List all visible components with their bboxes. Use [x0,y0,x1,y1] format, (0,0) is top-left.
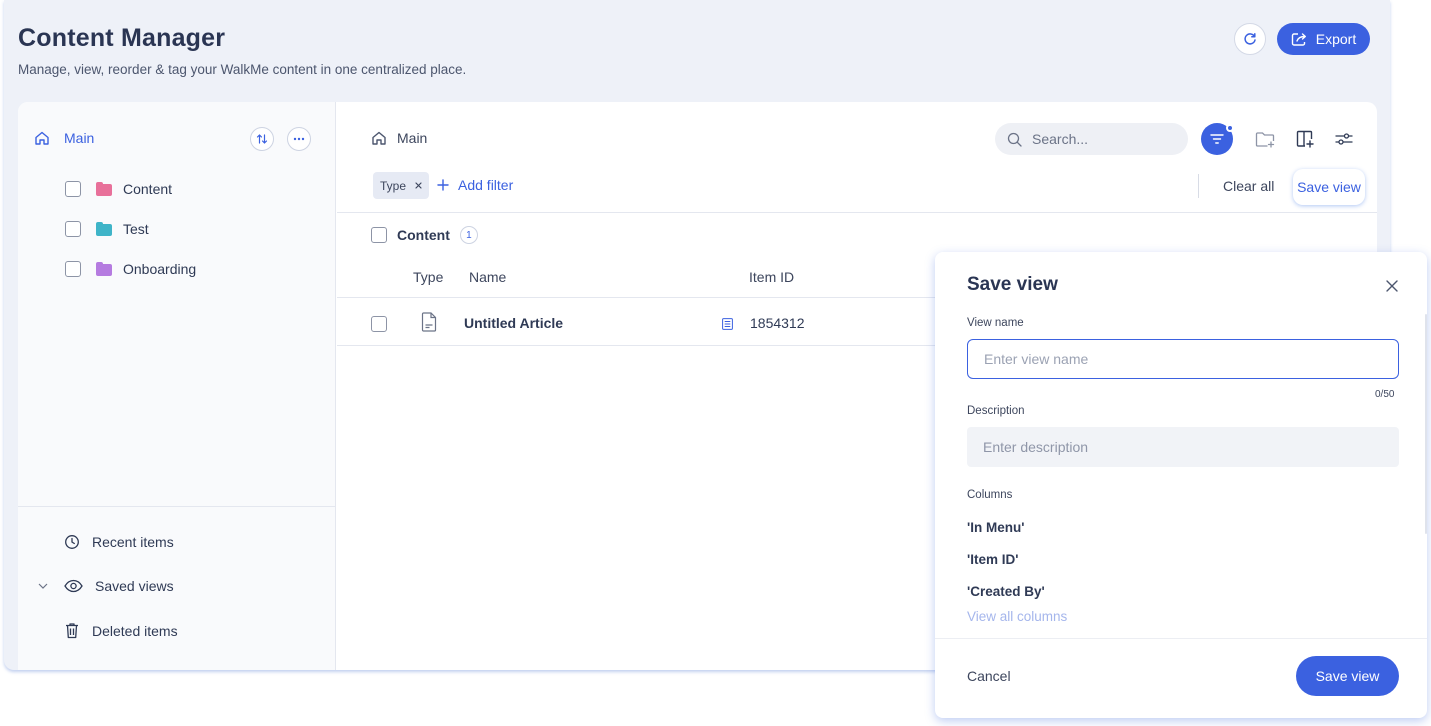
search-box[interactable]: Search... [995,123,1188,155]
folder-item-content[interactable]: Content [65,181,172,197]
recent-items-label: Recent items [92,534,174,550]
filter-chip-type[interactable]: Type [373,172,429,199]
close-button[interactable] [1382,276,1402,296]
sidebar-item-main[interactable]: Main [34,130,94,146]
column-header-name[interactable]: Name [469,269,506,285]
folder-label: Test [123,221,149,237]
view-name-input[interactable] [967,339,1399,379]
row-item-id: 1854312 [750,315,805,331]
description-input[interactable] [967,427,1399,467]
ellipsis-icon [293,137,305,141]
remove-filter-icon[interactable] [415,182,422,189]
column-item: 'Item ID' [967,552,1019,567]
refresh-button[interactable] [1234,23,1266,55]
folder-plus-icon [1255,131,1276,148]
group-label: Content [397,227,450,243]
folder-item-onboarding[interactable]: Onboarding [65,261,196,277]
columns-label: Columns [967,489,1013,501]
search-icon [1007,132,1022,147]
sliders-icon [1335,132,1353,146]
clear-all-button[interactable]: Clear all [1223,178,1274,194]
sidebar-main-label: Main [64,130,95,146]
add-filter-button[interactable]: Add filter [437,177,513,193]
save-view-dialog: Save view View name 0/50 Description Col… [935,252,1427,718]
character-counter: 0/50 [1375,389,1395,400]
dialog-scrollbar[interactable] [1425,314,1427,534]
sidebar-bottom-section: Recent items Saved views Deleted items [18,506,336,670]
row-name[interactable]: Untitled Article [464,315,563,331]
eye-icon [64,579,83,593]
page-title: Content Manager [18,24,226,52]
content-group-header[interactable]: Content 1 [371,226,478,244]
folder-label: Content [123,181,173,197]
sort-icon [256,133,268,145]
search-placeholder: Search... [1032,131,1089,147]
folder-label: Onboarding [123,261,197,277]
more-options-button[interactable] [287,127,311,151]
filter-button[interactable] [1201,123,1234,155]
new-folder-button[interactable] [1254,128,1276,150]
folder-sidebar: Main Content Test Onboarding Recent item… [18,102,336,670]
toolbar-divider [1198,174,1199,198]
page-subtitle: Manage, view, reorder & tag your WalkMe … [18,62,467,77]
saved-views-label: Saved views [95,578,174,594]
save-button[interactable]: Save view [1296,656,1399,696]
home-icon [371,130,387,146]
save-view-button[interactable]: Save view [1293,169,1365,205]
row-checkbox[interactable] [371,316,387,332]
folder-icon [96,262,112,276]
close-icon [1386,280,1398,292]
export-icon [1291,32,1308,47]
column-header-item-id[interactable]: Item ID [749,269,794,285]
item-id-icon [722,318,733,330]
article-icon [421,312,437,332]
home-icon [34,130,50,146]
export-button[interactable]: Export [1277,23,1370,55]
breadcrumb-label: Main [397,130,428,146]
folder-checkbox[interactable] [65,181,81,197]
trash-icon [64,622,80,639]
filter-divider [337,212,1377,213]
cancel-button[interactable]: Cancel [967,668,1011,684]
dialog-footer-divider [935,638,1427,639]
refresh-icon [1242,31,1258,47]
breadcrumb[interactable]: Main [371,130,427,146]
sidebar-item-saved-views[interactable]: Saved views [64,578,174,594]
folder-checkbox[interactable] [65,261,81,277]
column-header-type[interactable]: Type [413,269,443,285]
filter-active-dot [1226,124,1234,132]
sort-button[interactable] [250,127,274,151]
settings-button[interactable] [1333,128,1355,150]
new-item-button[interactable] [1294,128,1316,150]
view-name-label: View name [967,317,1024,329]
sidebar-item-recent[interactable]: Recent items [64,534,174,550]
sidebar-item-deleted[interactable]: Deleted items [64,622,178,639]
dialog-title: Save view [967,274,1058,295]
folder-icon [96,182,112,196]
add-filter-label: Add filter [458,177,514,193]
group-checkbox[interactable] [371,227,387,243]
column-item: 'In Menu' [967,520,1025,535]
clock-icon [64,534,80,550]
group-count-badge: 1 [459,226,478,244]
filter-chip-label: Type [379,178,406,193]
layout-plus-icon [1296,130,1315,148]
folder-item-test[interactable]: Test [65,221,149,237]
plus-icon [437,179,449,191]
description-label: Description [967,405,1025,417]
column-item: 'Created By' [967,584,1045,599]
chevron-down-icon[interactable] [38,583,48,589]
filter-icon [1210,134,1224,144]
export-label: Export [1315,31,1357,47]
folder-checkbox[interactable] [65,221,81,237]
deleted-items-label: Deleted items [92,622,178,639]
folder-icon [96,222,112,236]
view-all-columns-link[interactable]: View all columns [967,609,1067,624]
